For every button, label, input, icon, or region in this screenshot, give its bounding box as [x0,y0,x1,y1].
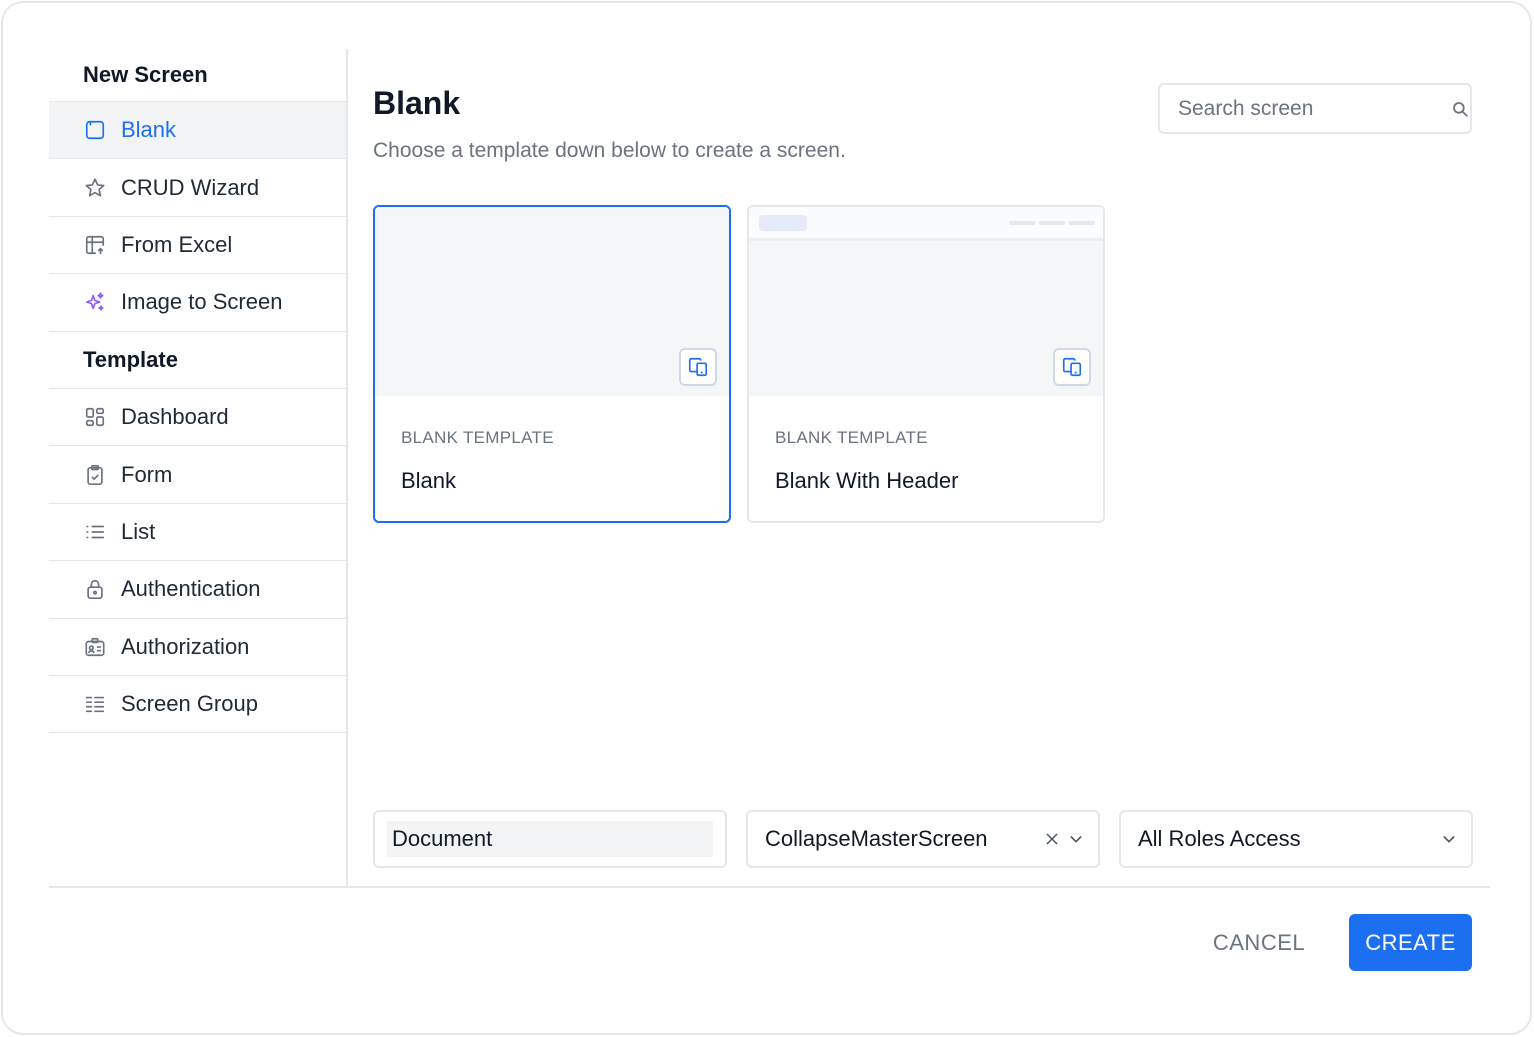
master-screen-select[interactable]: CollapseMasterScreen [746,810,1100,868]
sidebar-heading-new-screen: New Screen [49,49,346,102]
preview-nav-line [1009,221,1035,225]
sidebar-item-label: Dashboard [121,404,229,430]
sidebar-item-label: Form [121,461,173,487]
table-import-icon [83,233,107,257]
card-kicker: BLANK TEMPLATE [775,428,928,447]
device-preview-button[interactable] [1053,348,1091,386]
group-list-icon [83,692,107,716]
id-badge-icon [83,635,107,659]
sidebar-item-list[interactable]: List [49,504,346,562]
sidebar-item-blank[interactable]: Blank [49,102,346,160]
card-kicker: BLANK TEMPLATE [401,428,554,447]
sidebar-item-label: List [121,518,156,544]
dashboard-icon [83,405,107,429]
card-name: Blank [401,468,457,493]
template-card-blank[interactable]: BLANK TEMPLATE Blank [373,205,731,523]
sidebar-item-label: Image to Screen [121,289,283,315]
chevron-down-icon[interactable] [1441,831,1457,847]
master-screen-value: CollapseMasterScreen [765,826,988,851]
main-panel: Blank Choose a template down below to cr… [373,49,1489,887]
roles-value: All Roles Access [1138,826,1301,851]
template-cards: BLANK TEMPLATE Blank BLANK TEMPLATE Blan… [373,205,1105,523]
sidebar-item-screen-group[interactable]: Screen Group [49,676,346,734]
device-preview-button[interactable] [679,348,717,386]
preview-header-bar [749,207,1103,241]
sidebar-item-authorization[interactable]: Authorization [49,619,346,676]
chevron-down-icon[interactable] [1068,831,1084,847]
sparkles-icon [83,290,107,314]
sidebar-heading-template: Template [49,332,346,389]
page-title: Blank [373,85,461,121]
sidebar: New Screen Blank CRUD Wizard From Excel … [49,49,348,887]
window-icon [83,118,107,142]
new-screen-dialog: New Screen Blank CRUD Wizard From Excel … [1,1,1532,1035]
roles-select[interactable]: All Roles Access [1119,810,1473,868]
clipboard-check-icon [83,463,107,487]
document-value[interactable]: Document [387,821,713,857]
footer-divider [49,886,1490,888]
document-field[interactable]: Document [373,810,727,868]
sidebar-item-crud-wizard[interactable]: CRUD Wizard [49,159,346,217]
sidebar-item-form[interactable]: Form [49,446,346,504]
page-subtitle: Choose a template down below to create a… [373,139,846,162]
card-name: Blank With Header [775,468,959,493]
search-box[interactable] [1158,83,1472,134]
lock-icon [83,577,107,601]
sidebar-item-label: Blank [121,117,177,143]
create-button[interactable]: CREATE [1349,914,1472,971]
star-icon [83,176,107,200]
preview-nav-line [1069,221,1095,225]
sidebar-item-dashboard[interactable]: Dashboard [49,389,346,447]
preview-nav-line [1039,221,1065,225]
devices-icon [1061,356,1083,378]
search-input[interactable] [1176,95,1451,122]
clear-icon[interactable] [1044,831,1060,847]
preview-logo [759,215,807,231]
sidebar-item-image-to-screen[interactable]: Image to Screen [49,274,346,332]
template-card-blank-with-header[interactable]: BLANK TEMPLATE Blank With Header [747,205,1105,523]
cancel-button[interactable]: CANCEL [1195,915,1323,971]
sidebar-item-from-excel[interactable]: From Excel [49,217,346,275]
list-icon [83,520,107,544]
sidebar-item-label: Authorization [121,633,250,659]
sidebar-item-label: From Excel [121,231,233,257]
sidebar-item-label: CRUD Wizard [121,174,260,200]
card-preview [375,207,729,396]
sidebar-item-label: Authentication [121,576,261,602]
sidebar-item-authentication[interactable]: Authentication [49,561,346,619]
search-icon[interactable] [1451,100,1469,118]
card-preview [749,207,1103,396]
sidebar-item-label: Screen Group [121,691,258,717]
devices-icon [687,356,709,378]
